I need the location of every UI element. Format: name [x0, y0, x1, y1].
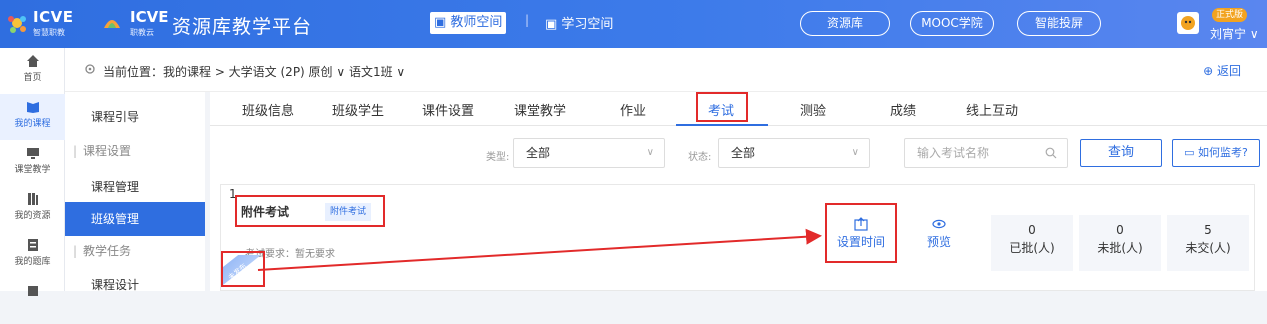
search-icon [1045, 147, 1057, 159]
type-filter-label: 类型: [486, 152, 510, 163]
preview-button[interactable]: 预览 [917, 217, 961, 250]
type-select-value: 全部 [526, 146, 551, 160]
stat-value: 0 [1116, 223, 1124, 237]
nav-classroom[interactable]: 课堂教学 [0, 140, 65, 186]
stat-not-submitted: 5 未交(人) [1167, 215, 1249, 271]
preview-label: 预览 [926, 235, 951, 249]
username-label: 刘宵宁 [1210, 27, 1247, 41]
subnav-course-management[interactable]: 课程管理 [65, 170, 205, 204]
brand2-logo-subtext: 职教云 [130, 28, 154, 37]
annotation-box-exam-tab [696, 92, 748, 122]
avatar[interactable] [1177, 12, 1199, 34]
status-select-value: 全部 [731, 146, 756, 160]
home-icon [26, 55, 39, 67]
tab-class-students[interactable]: 班级学生 [332, 100, 384, 119]
active-tab-indicator [676, 124, 768, 126]
tab-online-interaction[interactable]: 线上互动 [966, 100, 1018, 119]
status-select[interactable]: 全部 ∨ [718, 138, 870, 168]
annotation-box-ribbon [221, 251, 265, 287]
nav-my-resources[interactable]: 我的资源 [0, 186, 65, 232]
student-space-link[interactable]: ▣ 学习空间 [545, 13, 613, 32]
stat-value: 0 [1028, 223, 1036, 237]
nav-home[interactable]: 首页 [0, 48, 65, 94]
breadcrumb: 当前位置：我的课程 > 大学语文 (2P) 原创 ∨ 语文1班 ∨ ⊕ 返回 [65, 48, 1267, 92]
subnav-group-course-settings: 课程设置 [65, 134, 205, 168]
breadcrumb-text[interactable]: 当前位置：我的课程 > 大学语文 (2P) 原创 ∨ 语文1班 ∨ [103, 63, 405, 80]
question-bank-icon [27, 239, 38, 251]
smart-cast-button[interactable]: 智能投屏 [1017, 11, 1101, 36]
annotation-box-title [235, 195, 385, 227]
user-menu[interactable]: 刘宵宁 ∨ [1210, 25, 1259, 42]
eye-icon [932, 219, 946, 229]
tab-homework[interactable]: 作业 [620, 100, 646, 119]
brand-logo-subtext: 智慧职教 [33, 28, 65, 37]
type-select[interactable]: 全部 ∨ [513, 138, 665, 168]
left-nav: 首页 我的课程 课堂教学 我的资源 我的题库 [0, 48, 65, 296]
exam-card: 1 附件考试 附件考试 考试要求：暂无要求 未发布 设置时间 预览 0 已批(人… [220, 184, 1255, 291]
subnav-class-management[interactable]: 班级管理 [65, 202, 205, 236]
stat-ungraded: 0 未批(人) [1079, 215, 1161, 271]
back-label: 返回 [1216, 64, 1241, 78]
nav-label: 课堂教学 [14, 165, 51, 175]
search-placeholder: 输入考试名称 [917, 146, 990, 160]
resource-library-button[interactable]: 资源库 [800, 11, 890, 36]
brand-logo-text: ICVE [33, 8, 74, 26]
nav-my-courses[interactable]: 我的课程 [0, 94, 65, 140]
nav-label: 我的题库 [14, 257, 51, 267]
nav-label: 我的资源 [14, 211, 51, 221]
zhijiaoyun-logo-icon [104, 20, 120, 28]
back-link[interactable]: ⊕ 返回 [1203, 62, 1241, 79]
stat-label: 已批(人) [1009, 241, 1055, 255]
nav-more[interactable] [0, 278, 65, 324]
mooc-button[interactable]: MOOC学院 [910, 11, 994, 36]
icve-logo-icon [8, 16, 26, 33]
stat-label: 未交(人) [1185, 241, 1231, 255]
status-filter-label: 状态: [688, 152, 712, 163]
location-icon [85, 64, 95, 74]
stat-label: 未批(人) [1097, 241, 1143, 255]
main-content: 班级信息 班级学生 课件设置 课堂教学 作业 考试 测验 成绩 线上互动 类型:… [210, 92, 1267, 291]
top-bar: ICVE 智慧职教 ICVE 职教云 资源库教学平台 ▣ 教师空间 | ▣ 学习… [0, 0, 1267, 48]
chevron-down-icon: ∨ [646, 147, 654, 158]
nav-question-bank[interactable]: 我的题库 [0, 232, 65, 278]
tab-grades[interactable]: 成绩 [890, 100, 916, 119]
course-subnav: 课程引导 课程设置 课程管理 班级管理 教学任务 课程设计 [65, 92, 205, 292]
edition-badge: 正式版 [1212, 8, 1248, 22]
stat-graded: 0 已批(人) [991, 215, 1073, 271]
teacher-space-link[interactable]: ▣ 教师空间 [430, 12, 507, 34]
annotation-box-set-time [825, 203, 897, 263]
library-icon [27, 193, 38, 205]
tab-classroom-teaching[interactable]: 课堂教学 [514, 100, 566, 119]
subnav-course-design[interactable]: 课程设计 [65, 268, 205, 302]
how-to-proctor-label: 如何监考? [1198, 146, 1248, 159]
nav-label: 首页 [23, 73, 42, 83]
more-icon [27, 286, 38, 296]
subnav-group-teaching-tasks: 教学任务 [65, 234, 205, 268]
tab-class-info[interactable]: 班级信息 [242, 100, 294, 119]
space-divider: | [525, 13, 530, 27]
book-icon [26, 102, 39, 113]
app-title: 资源库教学平台 [172, 16, 313, 38]
screen-icon [26, 148, 39, 159]
tab-courseware-settings[interactable]: 课件设置 [422, 100, 474, 119]
class-tabs: 班级信息 班级学生 课件设置 课堂教学 作业 考试 测验 成绩 线上互动 [210, 92, 1267, 126]
stat-value: 5 [1204, 223, 1212, 237]
how-to-proctor-button[interactable]: ▭ 如何监考? [1172, 139, 1260, 167]
query-button[interactable]: 查询 [1080, 139, 1162, 167]
chevron-down-icon: ∨ [851, 147, 859, 158]
subnav-course-guide[interactable]: 课程引导 [65, 100, 205, 134]
student-space-label: 学习空间 [561, 17, 614, 32]
teacher-space-label: 教师空间 [450, 15, 503, 30]
tab-quiz[interactable]: 测验 [800, 100, 826, 119]
brand2-logo-text: ICVE [130, 8, 169, 26]
nav-label: 我的课程 [14, 119, 51, 129]
exam-search-input[interactable]: 输入考试名称 [904, 138, 1068, 168]
